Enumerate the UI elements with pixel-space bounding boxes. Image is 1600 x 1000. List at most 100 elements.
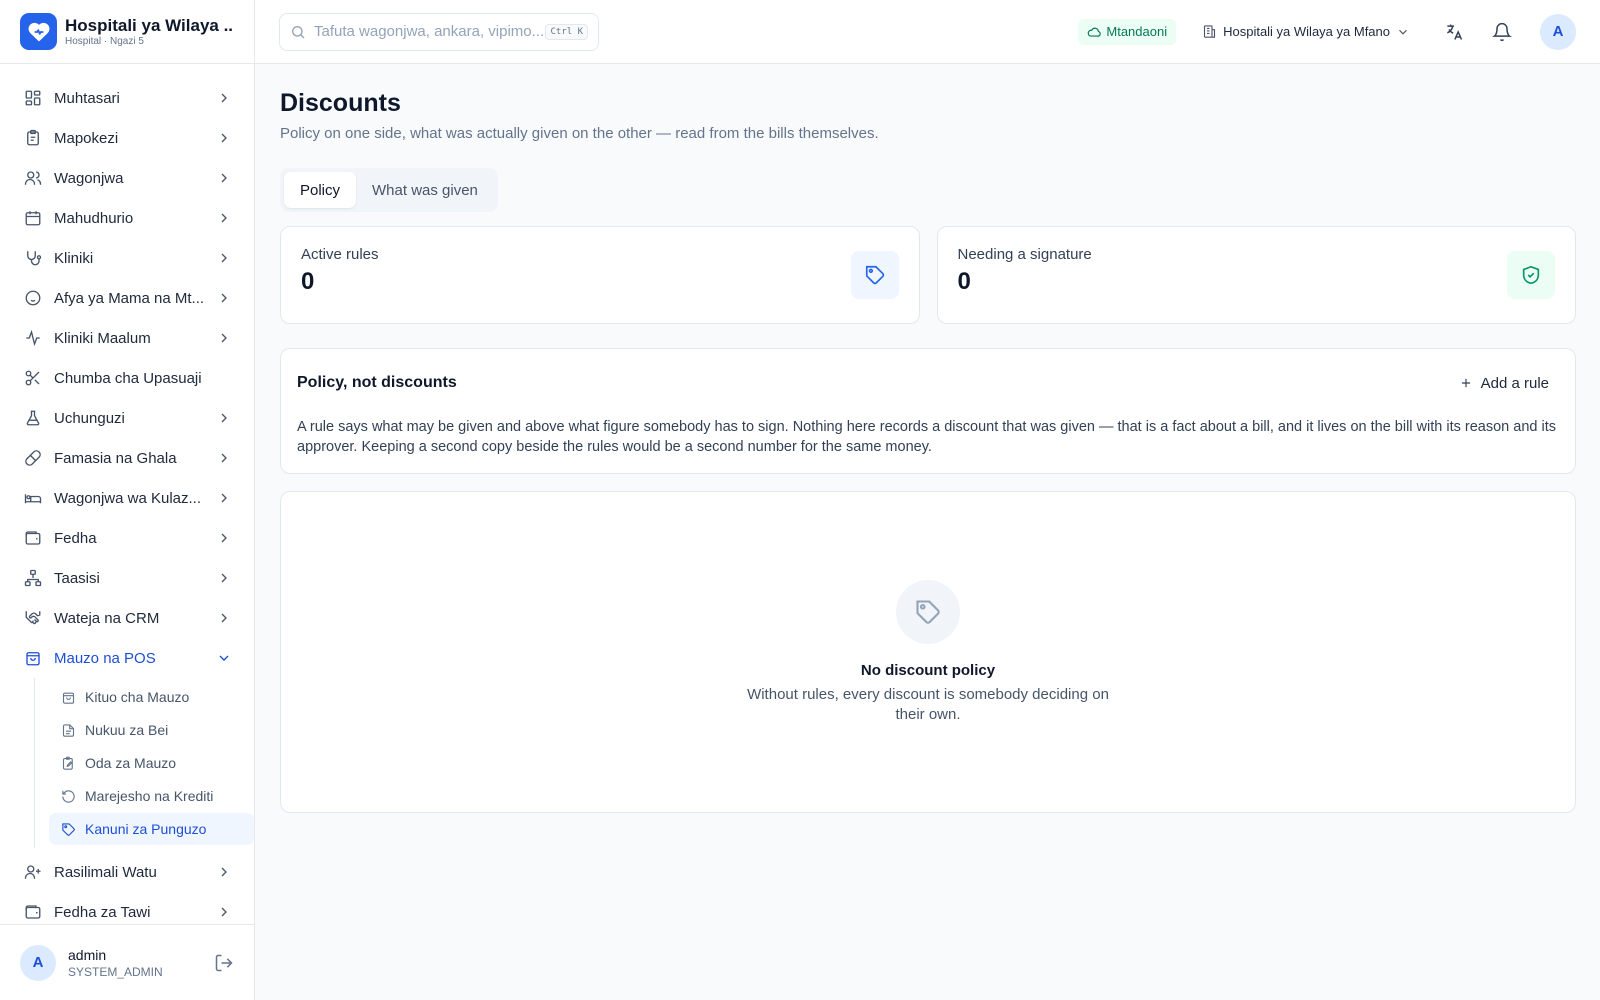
nav-label: Famasia na Ghala: [54, 449, 177, 467]
chevron-right-icon: [216, 130, 232, 146]
nav-label: Afya ya Mama na Mt...: [54, 289, 205, 307]
stat-card-needing-signature: Needing a signature 0: [936, 226, 1576, 324]
brand-name: Hospitali ya Wilaya ...: [65, 15, 234, 35]
add-rule-label: Add a rule: [1480, 374, 1549, 392]
sidebar-nav: Muhtasari Mapokezi Wagonjwa Mahudhurio K…: [0, 64, 254, 932]
baby-icon: [22, 287, 44, 309]
chevron-right-icon: [216, 330, 232, 346]
chevron-right-icon: [216, 250, 232, 266]
search-input[interactable]: Tafuta wagonjwa, ankara, vipimo... Ctrl …: [279, 12, 599, 51]
user-icon: [22, 861, 44, 883]
chevron-right-icon: [216, 904, 232, 920]
policy-title: Policy, not discounts: [297, 374, 457, 391]
org-chart-icon: [22, 567, 44, 589]
sub-item-kanuni-za-punguzo[interactable]: Kanuni za Punguzo: [49, 813, 254, 845]
nav-label: Mauzo na POS: [54, 649, 156, 667]
empty-state-description: Without rules, every discount is somebod…: [747, 686, 1109, 723]
stat-label: Needing a signature: [957, 246, 1092, 263]
sub-item-oda-za-mauzo[interactable]: Oda za Mauzo: [49, 747, 254, 779]
activity-icon: [22, 327, 44, 349]
online-status-badge: Mtandaoni: [1078, 18, 1177, 45]
nav-item-afya-ya-mama[interactable]: Afya ya Mama na Mt...: [0, 278, 254, 318]
flask-icon: [22, 407, 44, 429]
main-content: Discounts Policy on one side, what was a…: [280, 64, 1576, 813]
chevron-right-icon: [216, 170, 232, 186]
shopping-bag-icon: [59, 688, 77, 706]
nav-item-mahudhurio[interactable]: Mahudhurio: [0, 198, 254, 238]
tab-policy[interactable]: Policy: [284, 172, 357, 208]
view-tabs: Policy What was given: [280, 168, 498, 212]
nav-item-mapokezi[interactable]: Mapokezi: [0, 118, 254, 158]
logout-icon[interactable]: [214, 953, 234, 973]
top-header: Tafuta wagonjwa, ankara, vipimo... Ctrl …: [255, 0, 1600, 64]
nav-label: Mahudhurio: [54, 209, 134, 227]
translate-icon: [1444, 22, 1464, 42]
subnav-mauzo: Kituo cha Mauzo Nukuu za Bei Oda za Mauz…: [34, 678, 254, 848]
user-avatar[interactable]: A: [20, 944, 56, 981]
bed-icon: [22, 487, 44, 509]
nav-label: Wagonjwa: [54, 169, 124, 187]
chevron-right-icon: [216, 90, 232, 106]
nav-item-wagonjwa[interactable]: Wagonjwa: [0, 158, 254, 198]
tag-icon: [896, 580, 960, 644]
chevron-right-icon: [216, 864, 232, 880]
sub-item-nukuu-za-bei[interactable]: Nukuu za Bei: [49, 714, 254, 746]
nav-label: Muhtasari: [54, 89, 120, 107]
heart-logo-icon: [20, 13, 57, 50]
plus-icon: [1459, 376, 1481, 390]
nav-item-muhtasari[interactable]: Muhtasari: [0, 78, 254, 118]
sub-item-marejesho-na-krediti[interactable]: Marejesho na Krediti: [49, 780, 254, 812]
stat-value: 0: [301, 268, 315, 295]
sub-item-kituo-cha-mauzo[interactable]: Kituo cha Mauzo: [49, 681, 254, 713]
nav-item-kliniki-maalum[interactable]: Kliniki Maalum: [0, 318, 254, 358]
chevron-right-icon: [216, 410, 232, 426]
tag-icon: [850, 251, 899, 299]
nav-label: Uchunguzi: [54, 409, 125, 427]
chevron-right-icon: [216, 610, 232, 626]
nav-item-famasia-na-ghala[interactable]: Famasia na Ghala: [0, 438, 254, 478]
nav-label: Kliniki Maalum: [54, 329, 151, 347]
brand-subtitle: Hospital · Ngazi 5: [65, 35, 144, 47]
brand[interactable]: Hospitali ya Wilaya ... Hospital · Ngazi…: [0, 0, 254, 64]
nav-item-mauzo-na-pos[interactable]: Mauzo na POS: [0, 638, 254, 678]
header-avatar[interactable]: A: [1540, 13, 1576, 50]
search-placeholder: Tafuta wagonjwa, ankara, vipimo...: [314, 23, 545, 40]
sub-item-label: Marejesho na Krediti: [85, 788, 214, 804]
nav-item-wagonjwa-wa-kulazwa[interactable]: Wagonjwa wa Kulaz...: [0, 478, 254, 518]
add-rule-button[interactable]: Add a rule: [1449, 369, 1559, 398]
user-role: SYSTEM_ADMIN: [68, 964, 163, 979]
sub-item-label: Oda za Mauzo: [85, 755, 177, 771]
chevron-right-icon: [216, 530, 232, 546]
building-icon: [1202, 24, 1217, 39]
stats-row: Active rules 0 Needing a signature 0: [280, 226, 1576, 324]
stat-value: 0: [957, 268, 971, 295]
page-subtitle: Policy on one side, what was actually gi…: [280, 125, 879, 142]
nav-item-chumba-cha-upasuaji[interactable]: Chumba cha Upasuaji: [0, 358, 254, 398]
search-shortcut: Ctrl K: [545, 23, 588, 40]
language-button[interactable]: [1436, 14, 1472, 50]
facility-name: Hospitali ya Wilaya ya Mfano: [1223, 24, 1390, 39]
nav-item-uchunguzi[interactable]: Uchunguzi: [0, 398, 254, 438]
scissors-icon: [22, 367, 44, 389]
nav-item-taasisi[interactable]: Taasisi: [0, 558, 254, 598]
empty-state: No discount policy Without rules, every …: [280, 491, 1576, 813]
sub-item-label: Nukuu za Bei: [85, 722, 169, 738]
pill-icon: [22, 447, 44, 469]
facility-selector[interactable]: Hospitali ya Wilaya ya Mfano: [1202, 24, 1410, 39]
empty-state-title: No discount policy: [860, 662, 996, 679]
nav-item-rasilimali-watu[interactable]: Rasilimali Watu: [0, 852, 254, 892]
chevron-right-icon: [216, 490, 232, 506]
nav-item-wateja-na-crm[interactable]: Wateja na CRM: [0, 598, 254, 638]
nav-item-fedha[interactable]: Fedha: [0, 518, 254, 558]
rotate-ccw-icon: [59, 787, 77, 805]
notifications-button[interactable]: [1484, 14, 1520, 50]
stat-card-active-rules: Active rules 0: [280, 226, 920, 324]
clipboard-icon: [22, 127, 44, 149]
nav-label: Taasisi: [54, 569, 100, 587]
tab-what-was-given[interactable]: What was given: [356, 172, 494, 208]
shopping-bag-icon: [22, 647, 44, 669]
user-name: admin: [68, 946, 107, 963]
shield-check-icon: [1507, 251, 1555, 299]
edit-note-icon: [59, 754, 77, 772]
nav-item-kliniki[interactable]: Kliniki: [0, 238, 254, 278]
